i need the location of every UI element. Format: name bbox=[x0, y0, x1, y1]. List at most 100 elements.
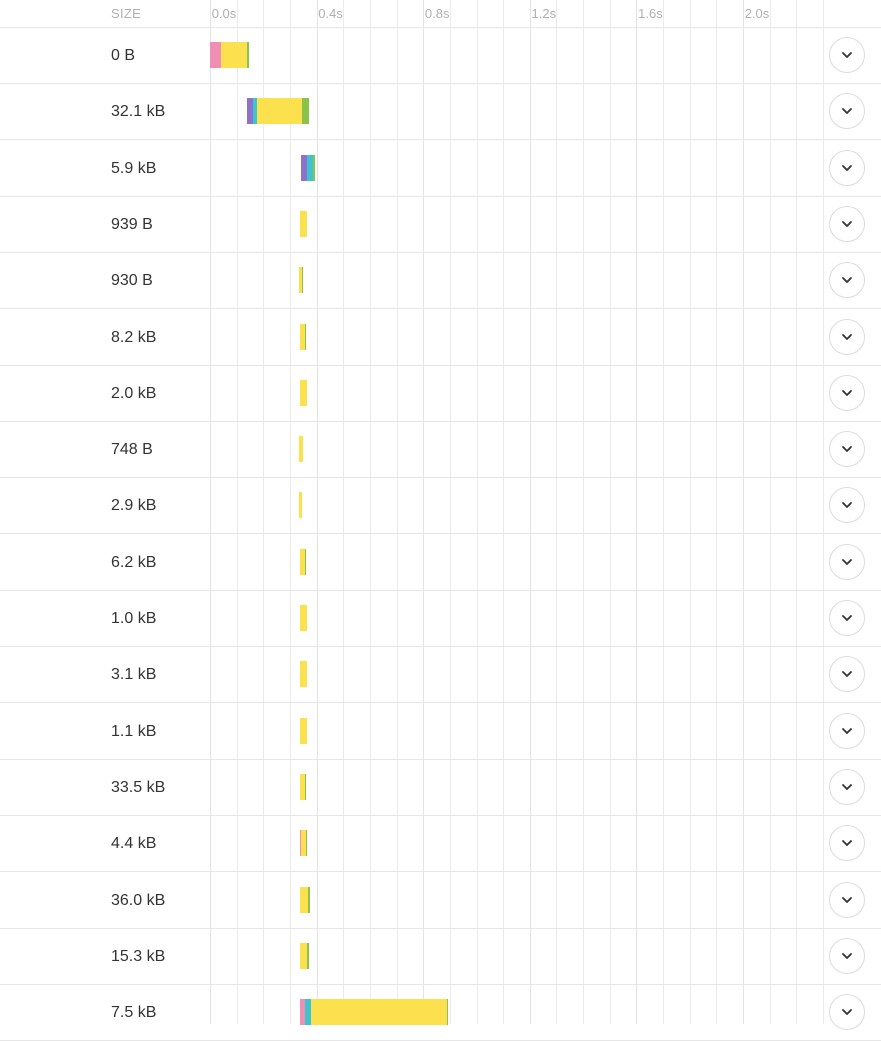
chevron-down-icon bbox=[842, 220, 852, 227]
timing-bar bbox=[299, 661, 307, 688]
request-row[interactable]: 8.2 kB bbox=[0, 310, 881, 366]
chevron-down-icon bbox=[842, 164, 852, 171]
request-row[interactable]: 7.5 kB bbox=[0, 985, 881, 1041]
request-row[interactable]: 15.3 kB bbox=[0, 929, 881, 985]
chevron-down-icon bbox=[842, 52, 852, 58]
chevron-down-icon bbox=[842, 1009, 852, 1015]
expand-row-button[interactable] bbox=[829, 37, 865, 73]
expand-row-button[interactable] bbox=[829, 543, 865, 580]
chevron-down-icon bbox=[842, 108, 852, 115]
expand-row-button[interactable] bbox=[829, 487, 865, 524]
request-row[interactable]: 6.2 kB bbox=[0, 535, 881, 591]
timing-bar bbox=[299, 323, 307, 350]
request-size: 2.9 kB bbox=[111, 497, 157, 515]
request-size: 32.1 kB bbox=[111, 103, 166, 121]
request-size: 748 B bbox=[111, 441, 153, 459]
timing-bar bbox=[299, 830, 307, 857]
request-size: 7.5 kB bbox=[111, 1004, 157, 1022]
request-row[interactable]: 939 B bbox=[0, 197, 881, 253]
expand-row-button[interactable] bbox=[829, 768, 865, 805]
timing-segment-green bbox=[313, 154, 315, 181]
timing-bar bbox=[299, 999, 449, 1026]
timing-segment-green bbox=[308, 886, 310, 913]
timing-segment-yellow bbox=[299, 717, 307, 744]
expand-row-button[interactable] bbox=[829, 881, 865, 918]
request-row[interactable]: 32.1 kB bbox=[0, 84, 881, 141]
request-row[interactable]: 930 B bbox=[0, 253, 881, 310]
expand-row-button[interactable] bbox=[829, 93, 865, 130]
time-tick-label: 2.0s bbox=[744, 6, 770, 21]
chevron-down-icon bbox=[842, 277, 852, 284]
timing-bar bbox=[299, 436, 303, 463]
chevron-down-icon bbox=[842, 389, 852, 396]
expand-row-button[interactable] bbox=[829, 318, 865, 355]
timing-segment-green bbox=[305, 830, 307, 857]
expand-row-button[interactable] bbox=[829, 937, 865, 974]
request-row[interactable]: 2.0 kB bbox=[0, 366, 881, 422]
request-row[interactable]: 4.4 kB bbox=[0, 816, 881, 873]
chevron-down-icon bbox=[842, 896, 852, 903]
request-row[interactable]: 5.9 kB bbox=[0, 141, 881, 197]
request-row[interactable]: 2.9 kB bbox=[0, 478, 881, 535]
timing-segment-yellow bbox=[299, 492, 302, 519]
request-row[interactable]: 36.0 kB bbox=[0, 873, 881, 929]
chevron-down-icon bbox=[842, 558, 852, 565]
expand-row-button[interactable] bbox=[829, 374, 865, 411]
chevron-down-icon bbox=[842, 333, 852, 340]
time-tick-label: 1.2s bbox=[531, 6, 557, 21]
expand-row-button[interactable] bbox=[829, 149, 865, 186]
request-row[interactable]: 1.1 kB bbox=[0, 704, 881, 760]
timing-segment-yellow bbox=[300, 942, 307, 969]
request-size: 0 B bbox=[111, 47, 136, 64]
request-row[interactable]: 3.1 kB bbox=[0, 647, 881, 704]
expand-row-button[interactable] bbox=[829, 994, 865, 1031]
time-tick-label: 1.6s bbox=[638, 6, 663, 21]
chevron-down-icon bbox=[842, 783, 852, 790]
request-size: 1.1 kB bbox=[111, 722, 157, 740]
request-size: 930 B bbox=[111, 272, 153, 290]
timing-segment-pink bbox=[210, 42, 221, 68]
timing-segment-yellow bbox=[256, 98, 302, 125]
request-row[interactable]: 748 B bbox=[0, 422, 881, 479]
request-size: 8.2 kB bbox=[111, 328, 157, 346]
request-size: 36.0 kB bbox=[111, 891, 166, 909]
request-size: 33.5 kB bbox=[111, 778, 166, 796]
expand-row-button[interactable] bbox=[829, 262, 865, 299]
timing-segment-green bbox=[301, 98, 309, 125]
time-tick-label: 0.0s bbox=[211, 6, 237, 21]
chevron-down-icon bbox=[842, 502, 852, 509]
request-size: 6.2 kB bbox=[111, 553, 157, 571]
timing-bar bbox=[299, 548, 307, 575]
expand-row-button[interactable] bbox=[829, 600, 865, 636]
request-row[interactable]: 1.0 kB bbox=[0, 591, 881, 647]
chevron-down-icon bbox=[842, 727, 852, 734]
expand-row-button[interactable] bbox=[829, 431, 865, 468]
request-row[interactable]: 0 B bbox=[0, 28, 881, 84]
timing-bar bbox=[299, 773, 307, 800]
expand-row-button[interactable] bbox=[829, 205, 865, 242]
waterfall-header: SIZE 0.0s 0.4s 0.8s 1.2s 1.6s 2.0s bbox=[0, 0, 881, 28]
timing-segment-green bbox=[305, 773, 307, 800]
timing-bar bbox=[299, 605, 307, 631]
request-size: 939 B bbox=[111, 215, 153, 233]
chevron-down-icon bbox=[842, 840, 852, 847]
expand-row-button[interactable] bbox=[829, 825, 865, 862]
request-size: 1.0 kB bbox=[111, 610, 157, 627]
timing-segment-yellow bbox=[300, 886, 309, 913]
request-size: 5.9 kB bbox=[111, 159, 157, 177]
chevron-down-icon bbox=[842, 952, 852, 959]
expand-row-button[interactable] bbox=[829, 712, 865, 749]
timing-bar bbox=[210, 42, 249, 68]
chevron-down-icon bbox=[842, 615, 852, 621]
timing-bar bbox=[299, 267, 304, 294]
timing-segment-yellow bbox=[299, 436, 303, 463]
request-row[interactable]: 33.5 kB bbox=[0, 760, 881, 816]
request-size: 2.0 kB bbox=[111, 384, 157, 402]
timing-segment-green bbox=[304, 323, 307, 350]
timing-segment-yellow bbox=[299, 605, 307, 631]
expand-row-button[interactable] bbox=[829, 656, 865, 693]
timing-segment-green bbox=[302, 267, 304, 294]
timing-segment-yellow bbox=[311, 999, 448, 1026]
timing-bar bbox=[300, 942, 309, 969]
size-column-header: SIZE bbox=[111, 6, 142, 21]
